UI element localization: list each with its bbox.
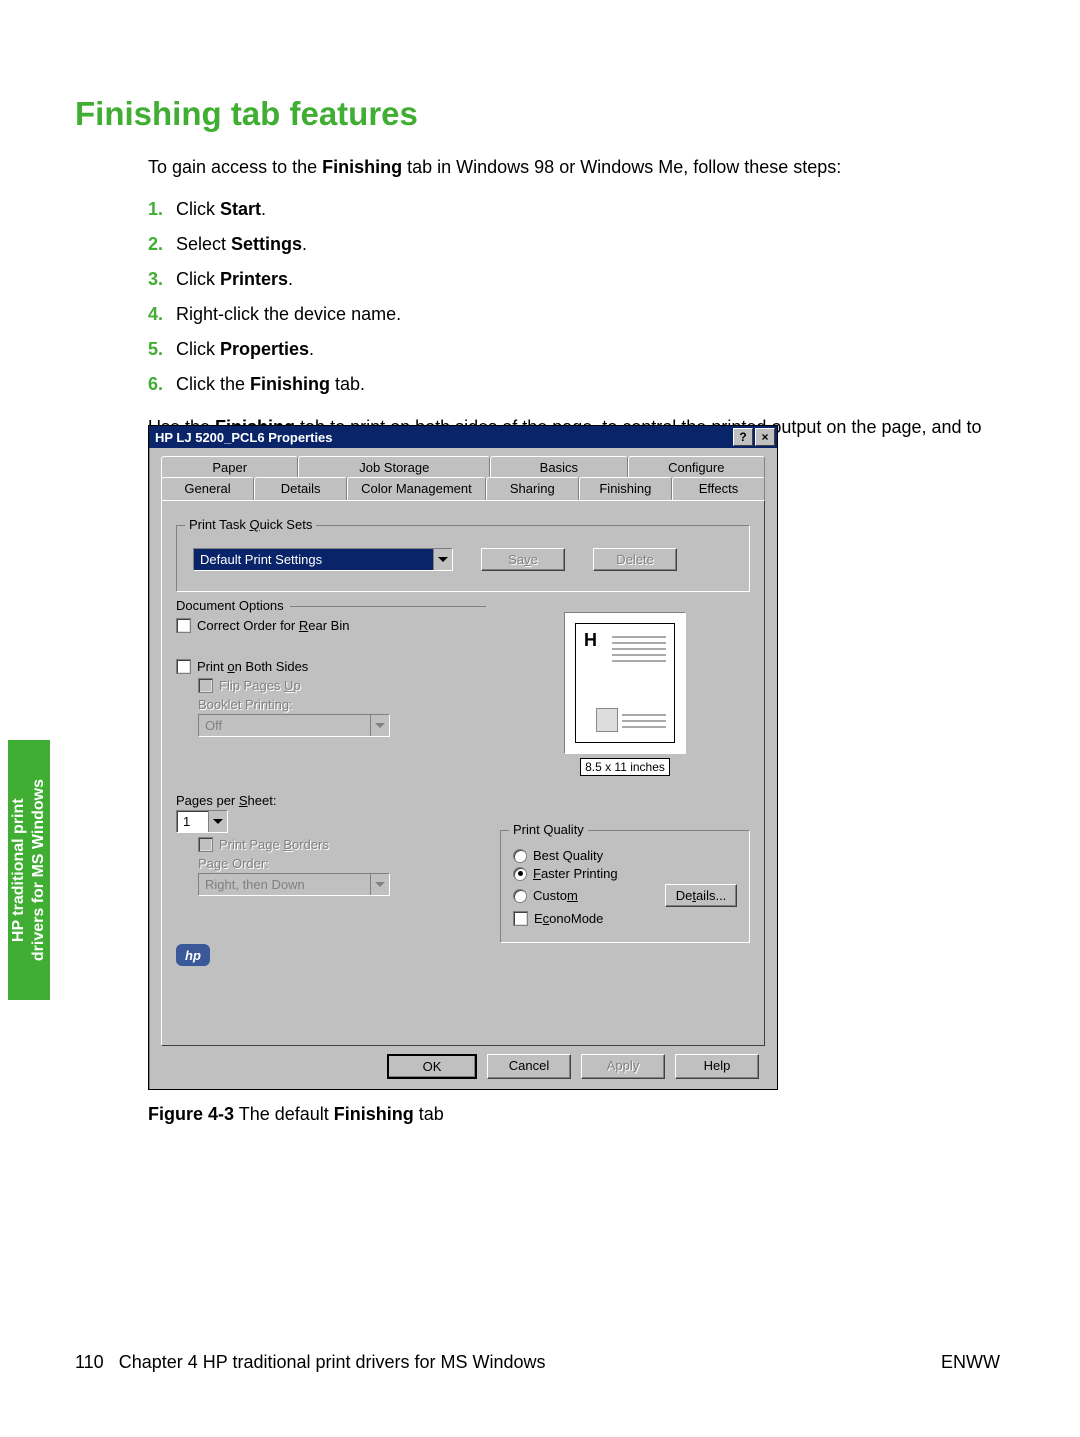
tab-row-2: General Details Color Management Sharing… <box>161 477 765 500</box>
document-options-group: Document Options Correct Order for Rear … <box>176 606 486 896</box>
hp-logo-icon: hp <box>176 944 210 966</box>
page-heading: Finishing tab features <box>75 95 1000 133</box>
dialog-titlebar: HP LJ 5200_PCL6 Properties ? × <box>149 426 777 448</box>
intro-text: To gain access to the Finishing tab in W… <box>148 155 1000 179</box>
tab-general[interactable]: General <box>161 477 254 500</box>
tab-configure[interactable]: Configure <box>628 456 765 478</box>
close-titlebar-button[interactable]: × <box>755 428 775 446</box>
tab-basics[interactable]: Basics <box>490 456 627 478</box>
properties-dialog: HP LJ 5200_PCL6 Properties ? × Paper Job… <box>148 425 778 1090</box>
chevron-down-icon <box>208 811 227 832</box>
custom-quality-radio[interactable]: Custom <box>513 888 578 903</box>
tab-row-1: Paper Job Storage Basics Configure <box>161 456 765 478</box>
dialog-buttons: OK Cancel Apply Help <box>161 1046 765 1079</box>
ok-button[interactable]: OK <box>387 1054 477 1079</box>
print-page-borders-checkbox: Print Page Borders <box>198 837 486 852</box>
chevron-down-icon <box>433 549 452 570</box>
side-tab: HP traditional print drivers for MS Wind… <box>8 740 50 1000</box>
tab-finishing[interactable]: Finishing <box>579 477 672 500</box>
delete-button[interactable]: Delete <box>593 548 677 571</box>
best-quality-radio[interactable]: Best Quality <box>513 848 737 863</box>
chevron-down-icon <box>370 715 389 736</box>
help-titlebar-button[interactable]: ? <box>733 428 753 446</box>
flip-pages-checkbox: Flip Pages Up <box>198 678 486 693</box>
page-order-label: Page Order: <box>198 856 486 871</box>
finishing-panel: Print Task Quick Sets Default Print Sett… <box>161 500 765 1046</box>
pages-per-sheet-label: Pages per Sheet: <box>176 793 486 808</box>
rear-bin-checkbox[interactable]: Correct Order for Rear Bin <box>176 618 486 633</box>
quick-sets-group: Print Task Quick Sets Default Print Sett… <box>176 525 750 592</box>
booklet-combo: Off <box>198 714 390 737</box>
print-quality-group: Print Quality Best Quality Faster Printi… <box>500 830 750 943</box>
chevron-down-icon <box>370 874 389 895</box>
steps-list: 1.Click Start. 2.Select Settings. 3.Clic… <box>148 199 1000 395</box>
pages-per-sheet-combo[interactable]: 1 <box>176 810 228 833</box>
page-preview: H 8.5 x 11 inches <box>500 612 750 776</box>
tab-job-storage[interactable]: Job Storage <box>298 456 490 478</box>
booklet-label: Booklet Printing: <box>198 697 486 712</box>
quick-sets-combo[interactable]: Default Print Settings <box>193 548 453 571</box>
faster-printing-radio[interactable]: Faster Printing <box>513 866 737 881</box>
figure-caption: Figure 4-3 The default Finishing tab <box>148 1104 778 1125</box>
paper-size-label: 8.5 x 11 inches <box>580 758 670 776</box>
help-button[interactable]: Help <box>675 1054 759 1079</box>
details-button[interactable]: Details... <box>665 884 737 907</box>
economode-checkbox[interactable]: EconoMode <box>513 911 737 926</box>
tab-paper[interactable]: Paper <box>161 456 298 478</box>
tab-sharing[interactable]: Sharing <box>486 477 579 500</box>
tab-color-management[interactable]: Color Management <box>347 477 486 500</box>
cancel-button[interactable]: Cancel <box>487 1054 571 1079</box>
save-button[interactable]: Save <box>481 548 565 571</box>
tab-effects[interactable]: Effects <box>672 477 765 500</box>
apply-button[interactable]: Apply <box>581 1054 665 1079</box>
page-order-combo: Right, then Down <box>198 873 390 896</box>
page-footer: 110 Chapter 4 HP traditional print drive… <box>75 1352 1000 1373</box>
tab-details[interactable]: Details <box>254 477 347 500</box>
dialog-title: HP LJ 5200_PCL6 Properties <box>151 430 731 445</box>
print-both-sides-checkbox[interactable]: Print on Both Sides <box>176 659 486 674</box>
